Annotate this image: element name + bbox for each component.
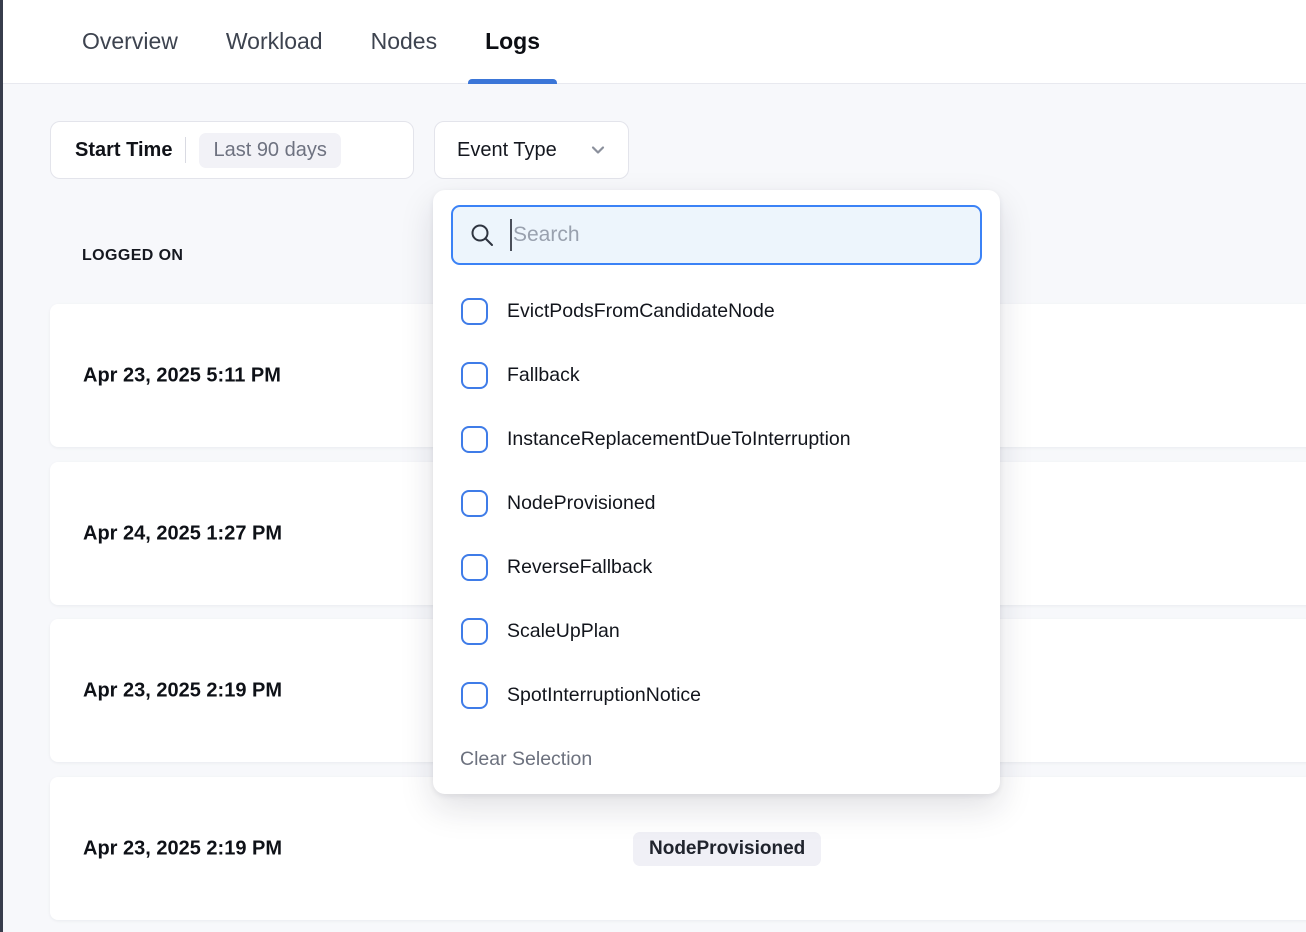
dropdown-search-input[interactable] [513, 223, 966, 247]
checkbox-unchecked[interactable] [461, 426, 488, 453]
tab-logs[interactable]: Logs [485, 0, 540, 84]
dropdown-search-box[interactable] [451, 205, 982, 265]
option-reversefallback[interactable]: ReverseFallback [433, 535, 1000, 599]
option-label: SpotInterruptionNotice [507, 684, 701, 707]
option-nodeprovisioned[interactable]: NodeProvisioned [433, 471, 1000, 535]
event-type-options-list: EvictPodsFromCandidateNode Fallback Inst… [433, 279, 1000, 727]
tab-nodes[interactable]: Nodes [371, 0, 437, 84]
search-icon [469, 222, 495, 248]
option-label: InstanceReplacementDueToInterruption [507, 428, 851, 451]
event-type-dropdown-panel: EvictPodsFromCandidateNode Fallback Inst… [433, 190, 1000, 794]
left-panel-edge [0, 0, 3, 932]
checkbox-unchecked[interactable] [461, 298, 488, 325]
checkbox-unchecked[interactable] [461, 490, 488, 517]
option-fallback[interactable]: Fallback [433, 343, 1000, 407]
start-time-value-pill: Last 90 days [199, 133, 340, 168]
option-label: NodeProvisioned [507, 492, 656, 515]
logged-on-column-header: LOGGED ON [82, 247, 183, 265]
tab-bar: Overview Workload Nodes Logs [0, 0, 1306, 84]
option-label: EvictPodsFromCandidateNode [507, 300, 775, 323]
checkbox-unchecked[interactable] [461, 554, 488, 581]
event-type-filter-button[interactable]: Event Type [434, 121, 629, 179]
option-spotinterruptionnotice[interactable]: SpotInterruptionNotice [433, 663, 1000, 727]
checkbox-unchecked[interactable] [461, 362, 488, 389]
start-time-label: Start Time [75, 139, 172, 162]
filter-divider [185, 137, 186, 163]
tab-workload[interactable]: Workload [226, 0, 323, 84]
option-label: ReverseFallback [507, 556, 652, 579]
logged-on-value: Apr 23, 2025 2:19 PM [83, 837, 282, 860]
text-cursor [510, 219, 512, 251]
chevron-down-icon [590, 142, 606, 158]
option-label: ScaleUpPlan [507, 620, 620, 643]
option-evictpodsfromcandidatenode[interactable]: EvictPodsFromCandidateNode [433, 279, 1000, 343]
option-label: Fallback [507, 364, 580, 387]
checkbox-unchecked[interactable] [461, 682, 488, 709]
option-instancereplacementduetointerruption[interactable]: InstanceReplacementDueToInterruption [433, 407, 1000, 471]
logged-on-value: Apr 23, 2025 5:11 PM [83, 364, 281, 387]
tab-overview[interactable]: Overview [82, 0, 178, 84]
logged-on-value: Apr 24, 2025 1:27 PM [83, 522, 282, 545]
clear-selection-button[interactable]: Clear Selection [460, 739, 592, 779]
event-type-badge: NodeProvisioned [633, 832, 821, 866]
start-time-filter-button[interactable]: Start Time Last 90 days [50, 121, 414, 179]
event-type-label: Event Type [457, 139, 557, 162]
logged-on-value: Apr 23, 2025 2:19 PM [83, 679, 282, 702]
checkbox-unchecked[interactable] [461, 618, 488, 645]
logs-page: Overview Workload Nodes Logs Start Time … [0, 0, 1306, 932]
option-scaleupplan[interactable]: ScaleUpPlan [433, 599, 1000, 663]
log-row[interactable]: Apr 23, 2025 2:19 PM NodeProvisioned [50, 777, 1306, 920]
